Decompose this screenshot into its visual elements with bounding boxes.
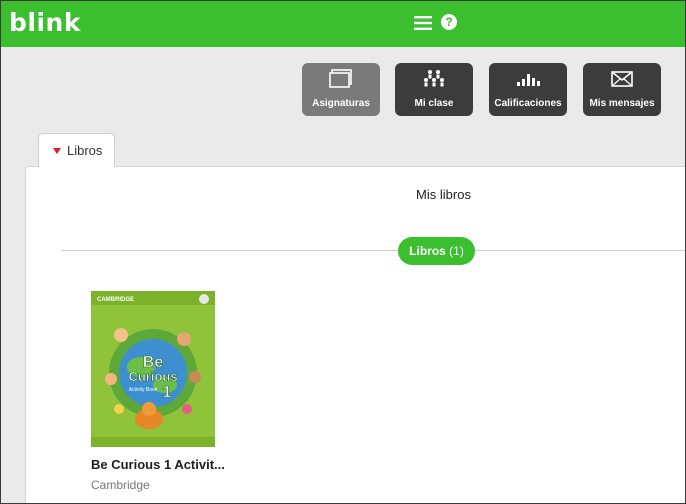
people-icon [424,70,444,87]
cover-title-line2: Curious [128,369,177,384]
screen-icon [329,69,352,88]
book-publisher: Cambridge [91,478,150,492]
books-count-pill[interactable]: Libros (1) [398,237,475,265]
tab-libros[interactable]: Libros [38,133,115,167]
cover-brand: CAMBRIDGE [97,297,134,303]
pill-label: Libros [409,244,446,258]
tile-label: Calificaciones [494,98,562,109]
top-bar: blink ? [0,0,686,47]
tab-label: Libros [67,143,103,158]
cover-subtitle: Activity Book [129,387,158,393]
tile-label: Asignaturas [312,98,370,109]
book-cover[interactable]: CAMBRIDGE Be Curious Activity Book 1 [91,291,215,447]
books-panel: Mis libros Libros (1) CAMBRIDGE Be Curio… [25,166,686,504]
tile-calificaciones[interactable]: Calificaciones [489,63,567,116]
hamburger-menu-icon[interactable] [414,16,432,30]
tile-label: Mi clase [414,98,454,109]
help-icon[interactable]: ? [441,14,457,30]
tile-asignaturas[interactable]: Asignaturas [302,63,380,116]
tile-label: Mis mensajes [589,98,655,109]
caret-down-icon [53,148,61,154]
book-title[interactable]: Be Curious 1 Activit... [91,457,225,472]
pill-count: (1) [449,244,464,258]
envelope-icon [611,71,633,87]
page-title: Mis libros [26,187,686,202]
book-cover-art: CAMBRIDGE Be Curious Activity Book 1 [91,291,215,447]
tile-mis-mensajes[interactable]: Mis mensajes [583,63,661,116]
blink-logo[interactable]: blink [9,8,81,37]
section-divider [61,250,686,251]
tile-mi-clase[interactable]: Mi clase [395,63,473,116]
page-title-text: Mis libros [416,187,471,202]
cover-number: 1 [163,384,172,401]
bars-icon [517,74,540,86]
